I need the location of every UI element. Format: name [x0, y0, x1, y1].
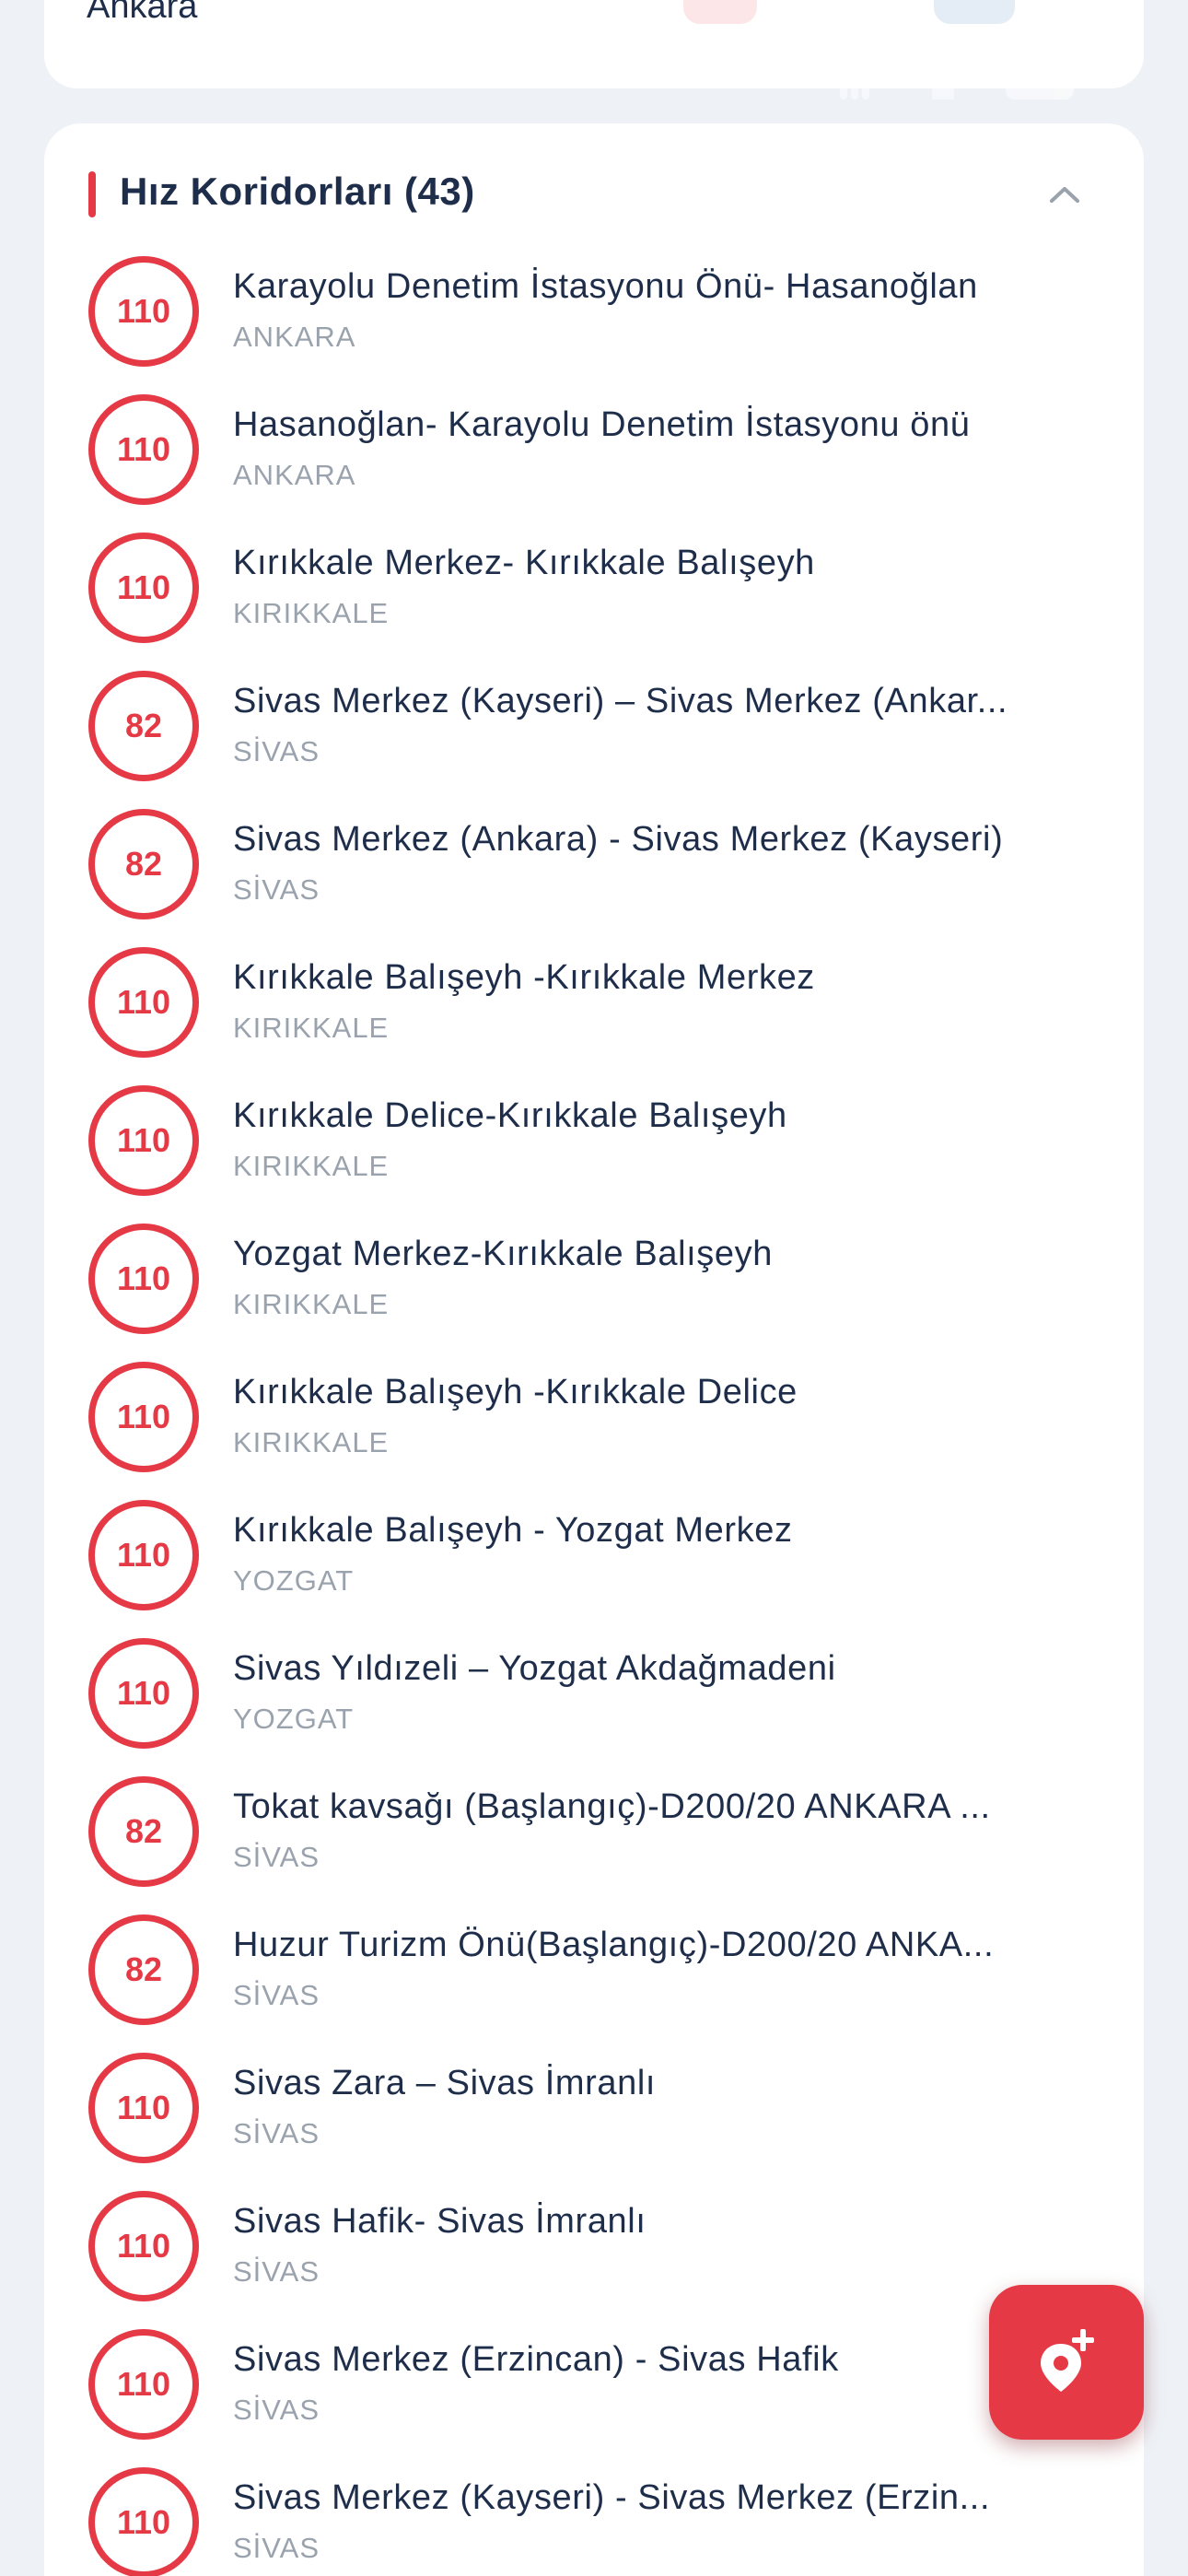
previous-card-red-pill	[683, 0, 757, 24]
speed-limit-badge: 82	[88, 671, 199, 781]
corridor-row[interactable]: 110 Sivas Hafik- Sivas İmranlı SİVAS	[44, 2191, 1144, 2329]
corridor-row[interactable]: 110 Kırıkkale Merkez- Kırıkkale Balışeyh K…	[44, 533, 1144, 671]
status-bar-ghost-icons	[840, 74, 1079, 100]
corridor-city: SİVAS	[233, 2394, 320, 2426]
corridor-name: Hasanoğlan- Karayolu Denetim İstasyonu ö…	[233, 405, 971, 444]
corridor-row[interactable]: 82 Sivas Merkez (Ankara) - Sivas Merkez (…	[44, 809, 1144, 947]
add-location-pin-icon	[1041, 2329, 1094, 2392]
speed-limit-badge: 82	[88, 809, 199, 919]
corridor-city: YOZGAT	[233, 1703, 355, 1735]
corridor-city: KIRIKKALE	[233, 1288, 390, 1320]
corridor-city: KIRIKKALE	[233, 1150, 390, 1182]
corridor-name: Kırıkkale Delice-Kırıkkale Balışeyh	[233, 1096, 787, 1135]
corridor-row[interactable]: 82 Tokat kavsağı (Başlangıç)-D200/20 ANKA…	[44, 1776, 1144, 1914]
corridor-row[interactable]: 110 Kırıkkale Balışeyh -Kırıkkale Merkez K…	[44, 947, 1144, 1085]
speed-limit-badge: 110	[88, 1500, 199, 1610]
corridor-row[interactable]: 110 Hasanoğlan- Karayolu Denetim İstasyon…	[44, 394, 1144, 533]
section-header[interactable]: Hız Koridorları (43)	[44, 123, 1144, 262]
corridor-name: Kırıkkale Balışeyh -Kırıkkale Delice	[233, 1373, 798, 1411]
corridor-row[interactable]: 110 Sivas Merkez (Kayseri) - Sivas Merkez…	[44, 2467, 1144, 2576]
speed-limit-badge: 110	[88, 2467, 199, 2576]
corridor-city: SİVAS	[233, 2255, 320, 2288]
speed-corridors-card: Hız Koridorları (43) 110 Karayolu Denetim…	[44, 123, 1144, 2576]
section-accent-bar	[88, 171, 96, 217]
corridor-city: SİVAS	[233, 2117, 320, 2149]
speed-limit-badge: 82	[88, 1914, 199, 2025]
speed-limit-badge: 110	[88, 256, 199, 367]
corridor-row[interactable]: 110 Kırıkkale Balışeyh -Kırıkkale Delice K…	[44, 1362, 1144, 1500]
corridor-city: KIRIKKALE	[233, 1012, 390, 1044]
speed-limit-badge: 110	[88, 1638, 199, 1749]
corridor-city: KIRIKKALE	[233, 1426, 390, 1458]
speed-limit-badge: 110	[88, 394, 199, 505]
corridor-name: Sivas Zara – Sivas İmranlı	[233, 2064, 657, 2102]
previous-card-blue-pill	[934, 0, 1015, 24]
corridor-row[interactable]: 110 Sivas Zara – Sivas İmranlı SİVAS	[44, 2053, 1144, 2191]
corridor-row[interactable]: 110 Kırıkkale Balışeyh - Yozgat Merkez YOZ…	[44, 1500, 1144, 1638]
speed-limit-badge: 82	[88, 1776, 199, 1887]
corridor-city: SİVAS	[233, 873, 320, 906]
corridor-city: SİVAS	[233, 735, 320, 767]
corridor-row[interactable]: 110 Karayolu Denetim İstasyonu Önü- Hasan…	[44, 256, 1144, 394]
corridor-city: YOZGAT	[233, 1564, 355, 1597]
corridor-row[interactable]: 82 Huzur Turizm Önü(Başlangıç)-D200/20 AN…	[44, 1914, 1144, 2053]
corridor-name: Kırıkkale Merkez- Kırıkkale Balışeyh	[233, 544, 815, 582]
corridor-name: Sivas Hafik- Sivas İmranlı	[233, 2202, 646, 2241]
corridor-name: Sivas Merkez (Kayseri) – Sivas Merkez (A…	[233, 682, 1008, 720]
corridor-city: KIRIKKALE	[233, 597, 390, 629]
corridor-name: Karayolu Denetim İstasyonu Önü- Hasanoğl…	[233, 267, 978, 306]
collapse-button[interactable]	[1039, 173, 1090, 216]
corridor-list: 110 Karayolu Denetim İstasyonu Önü- Hasan…	[44, 256, 1144, 2576]
previous-card-city: Ankara	[87, 0, 198, 26]
corridor-row[interactable]: 110 Sivas Yıldızeli – Yozgat Akdağmadeni Y…	[44, 1638, 1144, 1776]
chevron-up-icon	[1050, 187, 1079, 203]
speed-limit-badge: 110	[88, 2053, 199, 2163]
corridor-name: Kırıkkale Balışeyh -Kırıkkale Merkez	[233, 958, 815, 997]
corridor-name: Yozgat Merkez-Kırıkkale Balışeyh	[233, 1235, 773, 1273]
corridor-row[interactable]: 82 Sivas Merkez (Kayseri) – Sivas Merkez …	[44, 671, 1144, 809]
speed-limit-badge: 110	[88, 2191, 199, 2301]
corridor-name: Sivas Merkez (Ankara) - Sivas Merkez (Ka…	[233, 820, 1004, 859]
corridor-city: ANKARA	[233, 321, 356, 353]
corridor-city: SİVAS	[233, 1841, 320, 1873]
corridor-city: ANKARA	[233, 459, 356, 491]
speed-limit-badge: 110	[88, 2329, 199, 2440]
corridor-row[interactable]: 110 Sivas Merkez (Erzincan) - Sivas Hafik…	[44, 2329, 1144, 2467]
corridor-row[interactable]: 110 Kırıkkale Delice-Kırıkkale Balışeyh KI…	[44, 1085, 1144, 1224]
speed-limit-badge: 110	[88, 1224, 199, 1334]
speed-limit-badge: 110	[88, 1362, 199, 1472]
speed-limit-badge: 110	[88, 533, 199, 643]
corridor-name: Huzur Turizm Önü(Başlangıç)-D200/20 ANKA…	[233, 1926, 995, 1964]
corridor-name: Sivas Merkez (Kayseri) - Sivas Merkez (E…	[233, 2478, 991, 2517]
corridor-city: SİVAS	[233, 2532, 320, 2564]
add-location-button[interactable]	[989, 2285, 1144, 2440]
corridor-city: SİVAS	[233, 1979, 320, 2011]
corridor-name: Kırıkkale Balışeyh - Yozgat Merkez	[233, 1511, 793, 1550]
corridor-name: Sivas Yıldızeli – Yozgat Akdağmadeni	[233, 1649, 836, 1688]
section-title: Hız Koridorları (43)	[120, 170, 475, 213]
speed-limit-badge: 110	[88, 947, 199, 1058]
speed-limit-badge: 110	[88, 1085, 199, 1196]
corridor-row[interactable]: 110 Yozgat Merkez-Kırıkkale Balışeyh KIRIK…	[44, 1224, 1144, 1362]
corridor-name: Tokat kavsağı (Başlangıç)-D200/20 ANKARA…	[233, 1787, 991, 1826]
